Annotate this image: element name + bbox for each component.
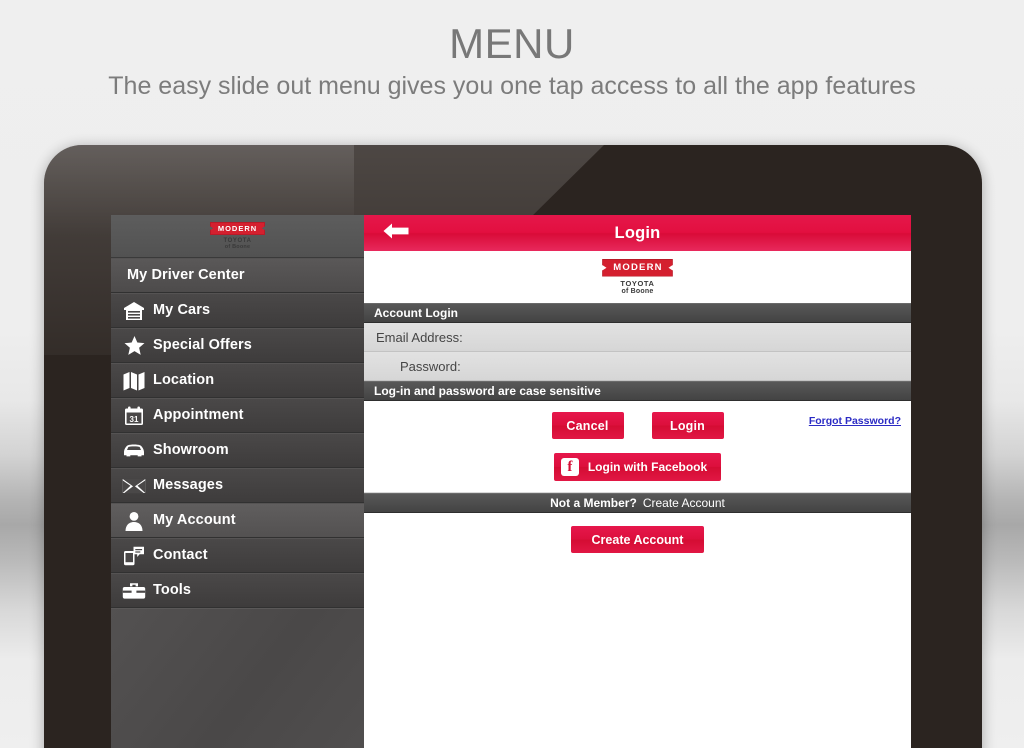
forgot-password-link[interactable]: Forgot Password? [809, 415, 901, 427]
sidebar-item-label: My Cars [153, 302, 211, 319]
not-a-member-bar: Not a Member? Create Account [364, 493, 911, 513]
calendar-icon: 31 [115, 406, 153, 426]
sidebar-item-showroom[interactable]: Showroom [111, 433, 364, 468]
panel-logo-area: MODERN TOYOTA of Boone [364, 251, 911, 303]
not-a-member-label: Not a Member? [550, 496, 637, 510]
sidebar-item-label: My Account [153, 512, 236, 529]
email-field-row[interactable]: Email Address: [364, 323, 911, 352]
toolbox-icon [115, 582, 153, 600]
brand-line-1: TOYOTA [620, 278, 655, 288]
svg-text:31: 31 [129, 415, 139, 424]
create-account-button[interactable]: Create Account [571, 526, 704, 553]
sidebar-menu-list: My Driver Center My Cars Special Offers … [111, 258, 364, 748]
sidebar-item-label: Tools [153, 582, 192, 599]
slide-out-menu: MODERN TOYOTA of Boone My Driver Center [111, 215, 364, 748]
page-root: MENU The easy slide out menu gives you o… [0, 0, 1024, 748]
case-sensitive-notice: Log-in and password are case sensitive [364, 381, 911, 401]
login-actions: Cancel Login Forgot Password? f Login wi… [364, 401, 911, 493]
email-label: Email Address: [376, 329, 463, 345]
brand-banner: MODERN [602, 259, 673, 277]
brand-line-2: of Boone [621, 288, 654, 295]
phone-chat-icon [115, 546, 153, 566]
account-login-section-header: Account Login [364, 303, 911, 323]
sidebar-item-appointment[interactable]: 31 Appointment [111, 398, 364, 433]
sidebar-item-special-offers[interactable]: Special Offers [111, 328, 364, 363]
back-button[interactable] [374, 215, 418, 251]
tablet-device: MODERN TOYOTA of Boone My Driver Center [44, 145, 982, 748]
sidebar-item-messages[interactable]: Messages [111, 468, 364, 503]
back-arrow-icon [383, 222, 409, 245]
login-titlebar: Login [364, 215, 911, 251]
login-title: Login [614, 223, 661, 242]
sidebar-item-label: Appointment [153, 407, 244, 424]
create-account-hint: Create Account [642, 496, 725, 510]
sidebar-item-label: Special Offers [153, 337, 252, 354]
brand-banner: MODERN [209, 221, 266, 235]
brand-line-2: of Boone [224, 244, 251, 250]
sidebar-item-location[interactable]: Location [111, 363, 364, 398]
sidebar-item-label: Showroom [153, 442, 229, 459]
page-subtitle: The easy slide out menu gives you one ta… [108, 72, 916, 100]
envelope-icon [115, 478, 153, 494]
star-icon [115, 335, 153, 356]
sidebar-item-tools[interactable]: Tools [111, 573, 364, 608]
tablet-screen: MODERN TOYOTA of Boone My Driver Center [111, 215, 911, 748]
sidebar-item-my-driver-center[interactable]: My Driver Center [111, 258, 364, 293]
garage-icon [115, 301, 153, 321]
facebook-button-row: f Login with Facebook [364, 439, 911, 481]
sidebar-item-label: Contact [153, 547, 208, 564]
password-label: Password: [400, 358, 461, 374]
cancel-button[interactable]: Cancel [551, 412, 624, 439]
login-panel: Login MODERN TOYOTA of Boone Account Log… [364, 215, 911, 748]
page-title: MENU [449, 20, 575, 67]
sidebar-item-contact[interactable]: Contact [111, 538, 364, 573]
sidebar-item-label: My Driver Center [127, 267, 245, 284]
panel-empty-area [364, 573, 911, 748]
brand-logo-sidebar: MODERN TOYOTA of Boone [209, 221, 266, 251]
create-account-area: Create Account [364, 513, 911, 573]
login-with-facebook-button[interactable]: f Login with Facebook [553, 453, 722, 481]
facebook-icon: f [560, 458, 579, 476]
sidebar-empty-area [111, 608, 364, 748]
brand-logo-panel: MODERN TOYOTA of Boone [602, 259, 673, 295]
map-icon [115, 371, 153, 391]
sidebar-logo-bar: MODERN TOYOTA of Boone [111, 215, 364, 258]
password-field-row[interactable]: Password: [364, 352, 911, 381]
notice-label: Log-in and password are case sensitive [374, 384, 601, 398]
email-input[interactable] [468, 323, 911, 351]
person-icon [115, 511, 153, 531]
password-input[interactable] [466, 352, 911, 380]
login-button[interactable]: Login [651, 412, 724, 439]
sidebar-item-my-cars[interactable]: My Cars [111, 293, 364, 328]
sidebar-item-my-account[interactable]: My Account [111, 503, 364, 538]
section-label: Account Login [374, 306, 458, 320]
sidebar-item-label: Messages [153, 477, 224, 494]
sidebar-item-label: Location [153, 372, 215, 389]
car-icon [115, 443, 153, 459]
facebook-button-label: Login with Facebook [587, 460, 708, 474]
